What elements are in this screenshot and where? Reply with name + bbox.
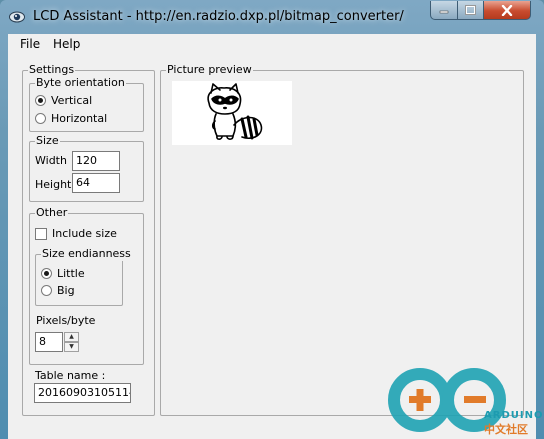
maximize-button[interactable] [457,1,484,20]
include-size-checkbox[interactable]: Include size [35,227,117,240]
settings-label: Settings [28,63,76,77]
settings-group: Settings Byte orientation Vertical Horiz… [22,63,155,416]
size-endianness-label: Size endianness [41,247,132,261]
size-label: Size [35,134,60,148]
raccoon-image [207,83,263,140]
big-radio-dot[interactable] [41,285,52,296]
title-bar[interactable]: LCD Assistant - http://en.radzio.dxp.pl/… [0,0,544,34]
vertical-radio[interactable]: Vertical [35,94,92,107]
pixels-per-byte-spinner[interactable]: ▲ ▼ [64,332,79,352]
minimize-icon [439,10,449,14]
menu-file[interactable]: File [20,37,40,51]
height-label: Height [35,178,72,191]
include-size-label: Include size [52,227,117,240]
big-radio[interactable]: Big [41,284,75,297]
include-size-box[interactable] [35,227,47,240]
byte-orientation-group: Byte orientation Vertical Horizontal [29,76,144,132]
watermark-line2: 中文社区 [484,423,528,436]
minimize-button[interactable] [430,1,458,20]
other-label: Other [35,206,69,220]
table-name-label: Table name : [35,369,106,382]
pixels-per-byte-input[interactable]: 8 [35,332,63,352]
vertical-radio-dot[interactable] [35,95,46,106]
spin-down-button[interactable]: ▼ [64,342,79,352]
height-input[interactable]: 64 [72,173,120,193]
little-radio[interactable]: Little [41,267,85,280]
watermark-line1: ARDUINO [484,410,544,421]
menu-bar: File Help [8,34,536,55]
byte-orientation-label: Byte orientation [35,76,126,90]
horizontal-radio-dot[interactable] [35,113,46,124]
lcd-eye-icon [9,11,25,23]
size-group: Size Width 120 Height 64 [29,134,144,202]
width-label: Width [35,154,67,167]
spin-up-button[interactable]: ▲ [64,332,79,342]
close-icon [501,4,513,16]
close-button[interactable] [483,1,531,20]
menu-help[interactable]: Help [53,37,80,51]
horizontal-radio-label: Horizontal [51,112,108,125]
little-radio-label: Little [57,267,85,280]
big-radio-label: Big [57,284,75,297]
pixels-per-byte-label: Pixels/byte [36,314,96,327]
picture-preview-label: Picture preview [166,63,253,77]
maximize-icon [465,5,476,15]
little-radio-dot[interactable] [41,268,52,279]
size-endianness-group: Size endianness Little Big [35,247,132,306]
vertical-radio-label: Vertical [51,94,93,107]
other-group: Other Include size Size endianness Littl… [29,206,144,365]
width-input[interactable]: 120 [72,151,120,171]
horizontal-radio[interactable]: Horizontal [35,112,107,125]
window-title: LCD Assistant - http://en.radzio.dxp.pl/… [33,9,404,24]
table-name-input[interactable]: 2016090310511413 [34,383,131,403]
bitmap-preview [172,81,292,145]
